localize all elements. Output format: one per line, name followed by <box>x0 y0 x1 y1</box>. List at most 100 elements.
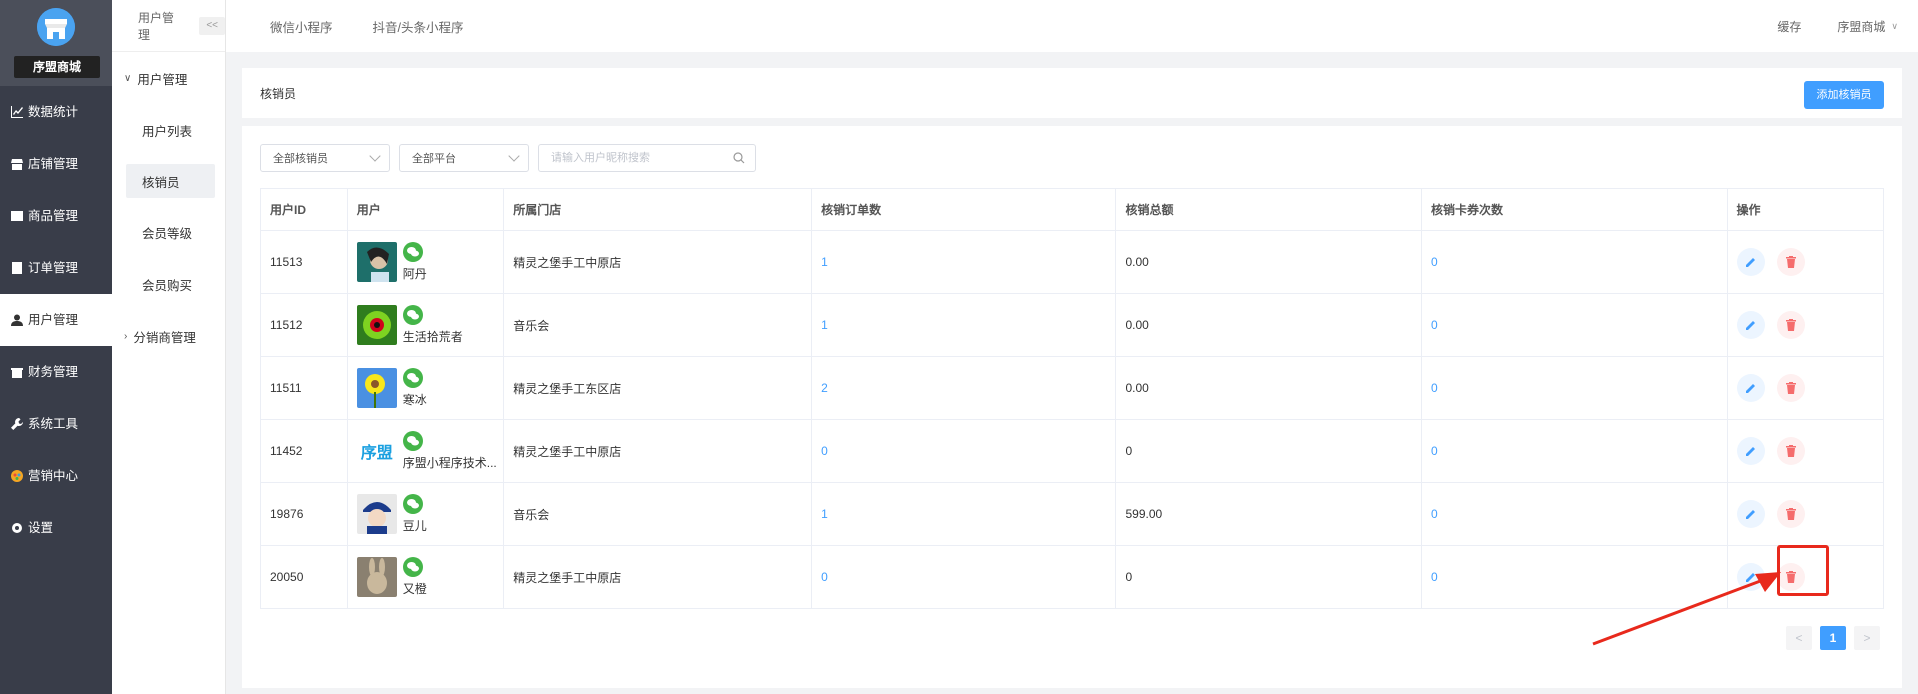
subnav-group-users[interactable]: ∨ 用户管理 <box>112 52 225 104</box>
subnav-item-user-list[interactable]: 用户列表 <box>112 104 225 156</box>
tab-douyin-miniprogram[interactable]: 抖音/头条小程序 <box>373 17 464 36</box>
top-right-area: 缓存 序盟商城 ∨ <box>1777 0 1898 52</box>
wechat-icon <box>402 368 423 388</box>
settings-icon <box>10 521 24 535</box>
sidebar-item-tools[interactable]: 系统工具 <box>0 398 112 450</box>
subnav-group-label: 用户管理 <box>137 72 188 87</box>
search-input[interactable] <box>539 145 719 171</box>
add-verifier-button[interactable]: 添加核销员 <box>1804 81 1884 109</box>
sidebar-item-marketing[interactable]: 营销中心 <box>0 450 112 502</box>
sidebar-item-label: 用户管理 <box>28 313 79 327</box>
trash-icon <box>1785 445 1796 457</box>
subnav-item-verifiers[interactable]: 核销员 <box>126 164 215 198</box>
sidebar-item-goods[interactable]: 商品管理 <box>0 190 112 242</box>
sidebar-item-finance[interactable]: 财务管理 <box>0 346 112 398</box>
subnav-item-member-purchase[interactable]: 会员购买 <box>112 258 225 310</box>
coupons-link[interactable]: 0 <box>1431 444 1438 458</box>
avatar <box>356 305 397 345</box>
platform-select[interactable]: 全部平台 <box>399 144 529 172</box>
sidebar-item-label: 财务管理 <box>28 365 79 379</box>
col-header-total: 核销总额 <box>1115 188 1422 231</box>
coupons-link[interactable]: 0 <box>1431 318 1438 332</box>
edit-button[interactable] <box>1736 248 1765 276</box>
col-header-coupons: 核销卡券次数 <box>1421 188 1728 231</box>
orders-link[interactable]: 1 <box>821 507 828 521</box>
page-button-current[interactable]: 1 <box>1820 626 1846 650</box>
edit-button[interactable] <box>1736 374 1765 402</box>
delete-button[interactable] <box>1776 437 1805 465</box>
edit-button[interactable] <box>1736 500 1765 528</box>
subnav-title: 用户管理 <box>138 10 175 42</box>
coupons-link[interactable]: 0 <box>1431 507 1438 521</box>
cell-user-id: 11511 <box>260 356 348 420</box>
col-header-user: 用户 <box>346 188 505 231</box>
cell-store: 精灵之堡手工东区店 <box>503 356 813 420</box>
orders-link[interactable]: 1 <box>821 318 828 332</box>
wrench-icon <box>10 417 24 431</box>
collapse-button[interactable]: << <box>199 16 225 35</box>
orders-link[interactable]: 2 <box>821 381 828 395</box>
delete-button[interactable] <box>1776 500 1805 528</box>
orders-link[interactable]: 0 <box>821 570 828 584</box>
avatar <box>356 494 397 534</box>
chevron-down-icon[interactable]: ∨ <box>1891 21 1898 32</box>
subnav-group-label: 分销商管理 <box>133 330 196 345</box>
edit-button[interactable] <box>1736 437 1765 465</box>
col-header-store: 所属门店 <box>503 188 813 231</box>
cell-total: 0.00 <box>1115 293 1422 357</box>
sidebar-item-label: 店铺管理 <box>28 157 79 171</box>
cell-store: 精灵之堡手工中原店 <box>503 419 813 483</box>
annotation-arrow-icon <box>1592 572 1781 646</box>
cache-button[interactable]: 缓存 <box>1777 18 1801 35</box>
sidebar-menu: 数据统计 店铺管理 商品管理 订单管理 用户管理 财务管理 系统工具 营销中心 <box>0 86 112 554</box>
user-menu[interactable]: 序盟商城 <box>1837 18 1885 35</box>
trash-icon <box>1785 319 1796 331</box>
orders-link[interactable]: 0 <box>821 444 828 458</box>
delete-button[interactable] <box>1776 374 1805 402</box>
search-icon[interactable] <box>733 152 745 164</box>
col-header-user-id: 用户ID <box>260 188 348 231</box>
edit-button[interactable] <box>1736 311 1765 339</box>
sidebar-item-label: 订单管理 <box>28 261 79 275</box>
avatar <box>356 368 397 408</box>
col-header-orders: 核销订单数 <box>811 188 1117 231</box>
shop-name[interactable]: 序盟商城 <box>14 56 100 78</box>
goods-icon <box>10 209 24 223</box>
prev-page-button[interactable]: < <box>1786 626 1812 650</box>
cell-user-id: 11512 <box>260 293 348 357</box>
platform-select-value: 全部平台 <box>412 153 456 165</box>
subnav-group-distributors[interactable]: › 分销商管理 <box>112 310 225 362</box>
coupons-link[interactable]: 0 <box>1431 255 1438 269</box>
sidebar-item-users[interactable]: 用户管理 <box>0 294 112 346</box>
sidebar-item-label: 设置 <box>28 521 54 535</box>
cell-store: 音乐会 <box>503 482 813 546</box>
search-box <box>538 144 756 172</box>
sidebar-item-label: 营销中心 <box>28 469 79 483</box>
subnav-item-member-levels[interactable]: 会员等级 <box>112 206 225 258</box>
tab-wechat-miniprogram[interactable]: 微信小程序 <box>270 17 333 36</box>
sidebar-item-stats[interactable]: 数据统计 <box>0 86 112 138</box>
cell-total: 599.00 <box>1115 482 1422 546</box>
cell-total: 0.00 <box>1115 230 1422 294</box>
verifier-select[interactable]: 全部核销员 <box>260 144 390 172</box>
sidebar-item-settings[interactable]: 设置 <box>0 502 112 554</box>
sidebar-item-store[interactable]: 店铺管理 <box>0 138 112 190</box>
coupons-link[interactable]: 0 <box>1431 381 1438 395</box>
delete-button[interactable] <box>1776 311 1805 339</box>
coupons-link[interactable]: 0 <box>1431 570 1438 584</box>
trash-icon <box>1785 382 1796 394</box>
user-name: 生活拾荒者 <box>402 330 463 344</box>
next-page-button[interactable]: > <box>1854 626 1880 650</box>
wechat-icon <box>402 494 423 514</box>
table-row: 11452 序盟 序盟小程序技术... 精灵之堡手工中原店 0 0 0 <box>260 419 1885 483</box>
delete-button[interactable] <box>1776 248 1805 276</box>
user-name: 寒冰 <box>402 393 427 407</box>
verifier-table: 用户ID 用户 所属门店 核销订单数 核销总额 核销卡券次数 操作 11513 … <box>260 188 1885 609</box>
trash-icon <box>1785 508 1796 520</box>
orders-link[interactable]: 1 <box>821 255 828 269</box>
user-icon <box>10 313 24 327</box>
logo-area: 序盟商城 <box>0 0 112 86</box>
cell-store: 精灵之堡手工中原店 <box>503 545 813 609</box>
col-header-actions: 操作 <box>1726 188 1885 231</box>
sidebar-item-orders[interactable]: 订单管理 <box>0 242 112 294</box>
